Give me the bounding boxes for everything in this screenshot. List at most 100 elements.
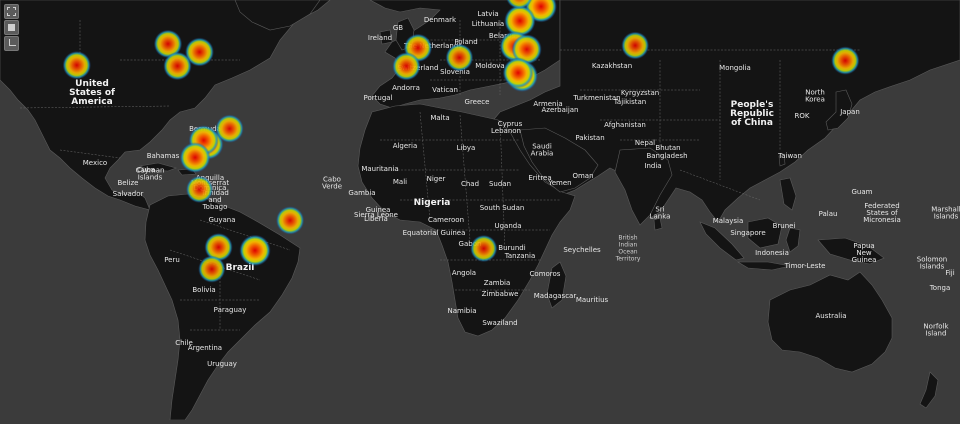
place-label: Andorra: [392, 84, 420, 92]
place-label: GB: [393, 24, 403, 32]
heat-point: [62, 50, 91, 80]
place-label: Bhutan: [655, 144, 680, 152]
place-label: Madagascar: [534, 292, 577, 300]
place-label: Paraguay: [214, 306, 247, 314]
place-label: Australia: [816, 312, 847, 320]
place-label: Liberia: [364, 215, 388, 223]
place-label: Cayman Islands: [136, 167, 165, 182]
place-label: Greece: [465, 98, 490, 106]
heat-point: [392, 52, 421, 81]
place-label: Uganda: [494, 222, 521, 230]
place-label: Angola: [452, 269, 476, 277]
place-label: Norfolk Island: [923, 323, 949, 338]
place-label: Marshall Islands: [931, 206, 960, 221]
place-label: Guam: [852, 188, 873, 196]
stop-square-icon[interactable]: [4, 20, 19, 35]
place-label: Solomon Islands: [917, 256, 948, 271]
place-label: Burundi: [498, 244, 525, 252]
place-label: Zambia: [484, 279, 511, 287]
heat-point: [470, 234, 498, 263]
place-label: Peru: [164, 256, 180, 264]
place-label: Zimbabwe: [482, 290, 519, 298]
place-label: Nigeria: [414, 198, 451, 208]
map-canvas[interactable]: UnitedStates ofAmericaBermudaMexicoBaham…: [0, 0, 960, 421]
place-label: Belize: [118, 179, 139, 187]
place-label: Tajikistan: [613, 98, 646, 106]
place-label: Gambia: [348, 189, 375, 197]
place-label: Azerbaijan: [542, 106, 579, 114]
place-label: Bahamas: [147, 152, 180, 160]
place-label: Moldova: [475, 62, 504, 70]
crop-icon[interactable]: [4, 36, 19, 51]
place-label: Singapore: [730, 229, 765, 237]
place-label: Federated States of Micronesia: [863, 202, 900, 224]
place-label: Kazakhstan: [592, 62, 632, 70]
world-heatmap[interactable]: UnitedStates ofAmericaBermudaMexicoBaham…: [0, 0, 960, 421]
place-label: Indonesia: [755, 249, 789, 257]
heat-point: [275, 206, 305, 235]
place-label: Portugal: [364, 94, 393, 102]
place-label: Cameroon: [428, 216, 464, 224]
place-label: Denmark: [424, 16, 457, 24]
place-label: Lebanon: [491, 127, 521, 135]
place-label: Taiwan: [777, 152, 802, 160]
place-label: Comoros: [530, 270, 561, 278]
place-label: Japan: [839, 108, 860, 116]
place-label: Malta: [430, 114, 449, 122]
place-label: Yemen: [547, 179, 571, 187]
place-label: British Indian Ocean Territory: [615, 235, 641, 263]
place-label: Lithuania: [472, 20, 504, 28]
place-label: Nepal: [635, 139, 655, 147]
place-label: Malaysia: [713, 217, 744, 225]
place-label: United States of America: [69, 79, 115, 107]
place-label: Tanzania: [504, 252, 535, 260]
place-label: Equatorial Guinea: [403, 229, 466, 237]
place-label: Saudi Arabia: [531, 143, 554, 158]
place-label: South Sudan: [480, 204, 525, 212]
place-label: Salvador: [113, 190, 144, 198]
place-label: People's Republic of China: [730, 100, 774, 128]
place-label: Bangladesh: [646, 152, 687, 160]
place-label: Sudan: [489, 180, 511, 188]
place-label: Bolivia: [192, 286, 215, 294]
place-label: Vatican: [432, 86, 458, 94]
heat-point: [239, 234, 271, 267]
place-label: Palau: [819, 210, 838, 218]
place-label: Cabo Verde: [322, 176, 342, 191]
place-label: Chad: [461, 180, 479, 188]
place-label: Oman: [572, 172, 593, 180]
place-label: Libya: [457, 144, 476, 152]
square-select-icon[interactable]: [4, 4, 19, 19]
heat-point: [621, 31, 650, 60]
place-label: Brunei: [773, 222, 796, 230]
place-label: Guyana: [208, 216, 235, 224]
place-label: Timor-Leste: [784, 262, 826, 270]
heat-point: [215, 114, 244, 143]
place-label: India: [644, 162, 661, 170]
place-label: Mongolia: [719, 64, 751, 72]
place-label: Argentina: [188, 344, 222, 352]
place-label: Mali: [393, 178, 407, 186]
place-label: Swaziland: [482, 319, 517, 327]
place-label: Seychelles: [563, 246, 601, 254]
place-label: Latvia: [477, 10, 498, 18]
place-label: Mexico: [83, 159, 107, 167]
place-label: ROK: [795, 112, 810, 120]
place-label: Fiji: [945, 269, 954, 277]
place-label: Mauritius: [576, 296, 609, 304]
place-label: Namibia: [448, 307, 477, 315]
heat-point: [185, 175, 214, 203]
heat-point: [198, 255, 226, 283]
heat-point: [831, 46, 860, 75]
heat-point: [502, 57, 534, 89]
place-label: Niger: [427, 175, 446, 183]
heat-point: [179, 142, 211, 173]
place-label: Kyrgyzstan: [621, 89, 659, 97]
place-label: Mauritania: [361, 165, 398, 173]
place-label: Algeria: [393, 142, 418, 150]
place-label: Uruguay: [207, 360, 237, 368]
place-label: North Korea: [805, 89, 825, 104]
place-label: Afghanistan: [604, 121, 646, 129]
place-label: Tonga: [929, 284, 951, 292]
place-label: Pakistan: [575, 134, 604, 142]
